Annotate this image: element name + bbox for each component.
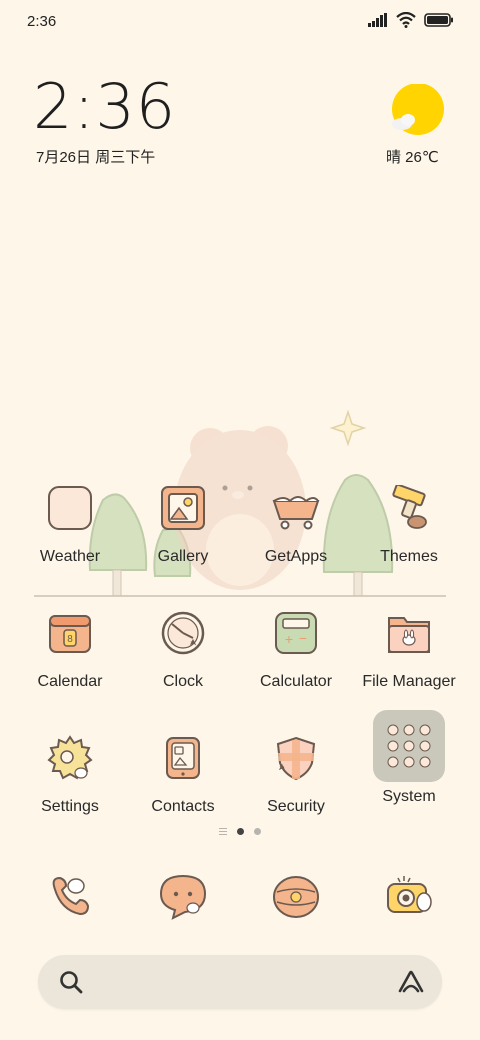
app-folder-system[interactable]: System bbox=[349, 710, 469, 806]
settings-icon bbox=[47, 735, 93, 780]
app-label-file-manager: File Manager bbox=[362, 673, 456, 690]
app-contacts[interactable]: Contacts bbox=[123, 722, 243, 816]
calendar-icon: 8 bbox=[49, 615, 91, 653]
weather-icon bbox=[48, 486, 92, 530]
widget-clock-time[interactable]: 2:36 bbox=[33, 76, 176, 138]
app-label-gallery: Gallery bbox=[157, 548, 209, 565]
messages-icon bbox=[159, 874, 207, 920]
dock-camera[interactable] bbox=[349, 860, 469, 932]
gallery-icon bbox=[161, 486, 205, 530]
app-clock[interactable]: Clock bbox=[123, 597, 243, 691]
app-file-manager[interactable]: File Manager bbox=[349, 597, 469, 691]
app-getapps[interactable]: GetApps bbox=[236, 472, 356, 566]
sun-icon[interactable] bbox=[390, 84, 444, 138]
app-security[interactable]: Security bbox=[236, 722, 356, 816]
clock-icon bbox=[161, 611, 205, 655]
widget-weather[interactable]: 晴 26℃ bbox=[386, 146, 439, 167]
app-label-calendar: Calendar bbox=[37, 673, 103, 690]
contacts-icon bbox=[166, 737, 200, 779]
app-label-system: System bbox=[382, 788, 436, 805]
app-label-calculator: Calculator bbox=[259, 673, 333, 690]
wifi-icon bbox=[396, 12, 416, 28]
status-icons bbox=[368, 12, 454, 28]
app-label-clock: Clock bbox=[162, 673, 203, 690]
security-icon bbox=[276, 736, 316, 781]
app-calendar[interactable]: 8 Calendar bbox=[10, 597, 130, 691]
getapps-icon bbox=[272, 496, 320, 530]
calculator-icon: + − bbox=[275, 612, 317, 654]
dock-browser[interactable] bbox=[236, 860, 356, 932]
search-icon[interactable] bbox=[58, 969, 84, 995]
dock bbox=[0, 860, 480, 932]
app-label-settings: Settings bbox=[41, 798, 99, 815]
dock-phone[interactable] bbox=[10, 860, 130, 932]
app-settings[interactable]: Settings bbox=[10, 722, 130, 816]
signal-icon bbox=[368, 13, 387, 27]
folder-icon bbox=[387, 724, 431, 768]
page-dot-2[interactable] bbox=[254, 828, 261, 835]
app-label-contacts: Contacts bbox=[151, 798, 215, 815]
app-label-security: Security bbox=[267, 798, 325, 815]
phone-icon bbox=[52, 876, 90, 916]
app-themes[interactable]: Themes bbox=[349, 472, 469, 566]
app-gallery[interactable]: Gallery bbox=[123, 472, 243, 566]
file-manager-icon bbox=[388, 617, 430, 653]
app-weather[interactable]: Weather bbox=[10, 472, 130, 566]
search-bar[interactable] bbox=[38, 955, 442, 1009]
dock-messages[interactable] bbox=[123, 860, 243, 932]
calendar-day: 8 bbox=[67, 634, 73, 645]
page-indicator[interactable] bbox=[0, 828, 480, 835]
assistant-icon[interactable] bbox=[396, 967, 426, 997]
status-time: 2:36 bbox=[27, 13, 57, 30]
app-calculator[interactable]: + − Calculator bbox=[236, 597, 356, 691]
page-dot-1[interactable] bbox=[237, 828, 244, 835]
browser-icon bbox=[273, 876, 319, 918]
svg-text:+: + bbox=[285, 631, 293, 647]
status-bar: 2:36 bbox=[0, 0, 480, 44]
app-label-themes: Themes bbox=[380, 548, 438, 565]
svg-text:−: − bbox=[299, 630, 307, 646]
app-label-getapps: GetApps bbox=[264, 548, 328, 565]
themes-icon bbox=[392, 485, 427, 529]
widget-date[interactable]: 7月26日 周三下午 bbox=[36, 146, 155, 167]
list-view-icon[interactable] bbox=[219, 828, 227, 835]
app-label-weather: Weather bbox=[39, 548, 101, 565]
battery-icon bbox=[424, 13, 453, 27]
camera-icon bbox=[387, 876, 432, 913]
